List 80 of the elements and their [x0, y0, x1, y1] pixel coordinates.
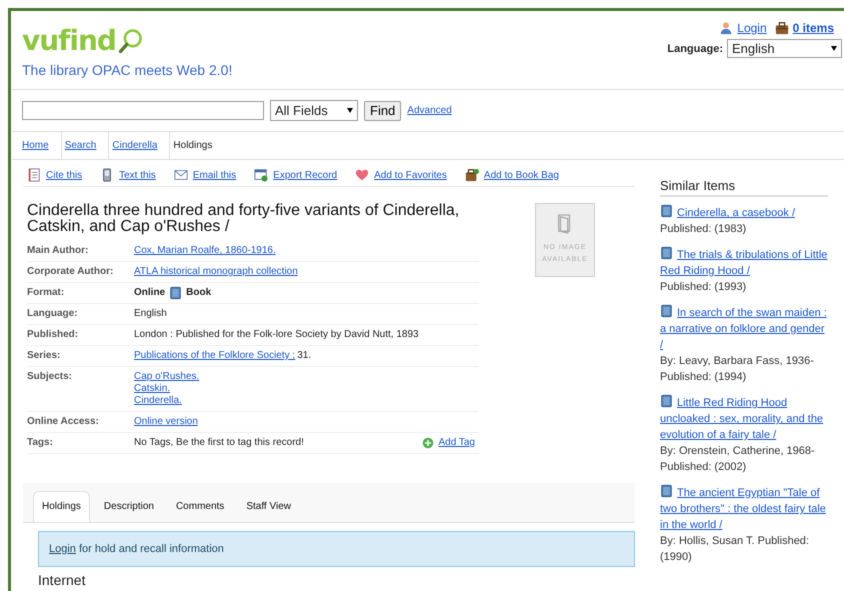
similar-item-link[interactable]: Little Red Riding Hood uncloaked : sex, morality, and the evolution of a fairy tale /	[660, 394, 828, 443]
field-label: Main Author:	[27, 245, 90, 257]
field-label: Online Access:	[27, 416, 100, 428]
cart-link[interactable]: 0 items	[792, 21, 834, 35]
advanced-link[interactable]: Advanced	[407, 105, 452, 116]
plus-icon	[422, 437, 434, 449]
language-label: Language:	[667, 42, 723, 54]
series-number: 31.	[297, 350, 312, 361]
caret-icon	[347, 108, 353, 113]
series-link[interactable]: Publications of the Folklore Society ;	[134, 350, 296, 361]
breadcrumb-current: Holdings	[173, 139, 214, 153]
tagline: The library OPAC meets Web 2.0!	[22, 62, 232, 78]
person-icon	[719, 21, 734, 35]
field-value: English	[134, 308, 167, 319]
book-icon	[660, 394, 673, 408]
field-link[interactable]: Cox, Marian Roalfe, 1860-1916.	[134, 245, 276, 257]
caret-icon	[831, 46, 837, 51]
format-value: Online	[134, 287, 166, 299]
field-link[interactable]: ATLA historical monograph collection	[134, 266, 298, 278]
field-label: Tags:	[27, 437, 54, 449]
login-link[interactable]: Login	[49, 543, 76, 555]
action-link[interactable]: Email this	[192, 170, 236, 180]
envelope-icon	[174, 168, 188, 182]
document-icon	[27, 168, 41, 182]
book-icon	[660, 204, 673, 218]
similar-item-link[interactable]: Cinderella, a casebook /	[660, 204, 828, 221]
breadcrumb-link[interactable]: Search	[64, 132, 110, 159]
similar-item-info: By: Leavy, Barbara Fass, 1936-	[660, 354, 815, 369]
search-type-select[interactable]: All Fields	[270, 100, 358, 121]
similar-item-info: Published: (2002)	[660, 460, 748, 475]
similar-item-info: Published: (1983)	[660, 222, 748, 237]
book-icon	[169, 286, 182, 300]
field-value: London : Published for the Folk-lore Society by David Nutt, 1893	[134, 329, 419, 340]
briefcase-icon	[464, 168, 479, 182]
action-link[interactable]: Add to Favorites	[374, 170, 447, 180]
field-link[interactable]: Online version	[134, 416, 198, 428]
breadcrumb-link[interactable]: Cinderella	[112, 132, 170, 159]
tab[interactable]: Holdings	[33, 491, 90, 522]
field-label: Corporate Author:	[27, 266, 114, 278]
sidebar-heading: Similar Items	[660, 178, 828, 197]
field-label: Published:	[27, 329, 80, 341]
login-link[interactable]: Login	[737, 21, 767, 35]
field-link[interactable]: Catskin.	[134, 383, 170, 395]
book-icon	[660, 484, 673, 498]
search-field[interactable]	[22, 101, 264, 120]
action-link[interactable]: Text this	[119, 170, 156, 180]
similar-item-info: Published: (1993)	[660, 280, 748, 295]
similar-item-info: By: Orenstein, Catherine, 1968-	[660, 444, 816, 459]
field-link[interactable]: Cap o'Rushes.	[134, 371, 200, 383]
heart-icon	[355, 168, 370, 182]
action-link[interactable]: Cite this	[46, 170, 82, 180]
similar-item-link[interactable]: In search of the swan maiden : a narrative on folklore and gender /	[660, 304, 828, 353]
section-heading: Internet	[38, 572, 86, 588]
tab[interactable]: Comments	[168, 492, 232, 522]
format-value: Book	[186, 287, 212, 299]
similar-item-link[interactable]: The trials & tribulations of Little Red Riding Hood /	[660, 246, 828, 279]
action-link[interactable]: Export Record	[273, 170, 338, 180]
language-select[interactable]: English	[727, 39, 842, 58]
similar-item-info: Published: (1994)	[660, 370, 748, 385]
briefcase-icon	[774, 21, 789, 35]
field-link[interactable]: Cinderella.	[134, 395, 182, 407]
tab[interactable]: Description	[96, 492, 162, 522]
similar-item-link[interactable]: The ancient Egyptian "Tale of two brothers" : the oldest fairy tale in the world /	[660, 484, 828, 533]
book-icon	[660, 246, 673, 260]
field-label: Subjects:	[27, 371, 74, 384]
book-icon	[660, 304, 673, 318]
window-icon	[254, 168, 268, 182]
field-label: Format:	[27, 287, 66, 299]
add-tag-link[interactable]: Add Tag	[438, 437, 475, 449]
notice-text: Login for hold and recall information	[49, 543, 224, 555]
tags-text: No Tags, Be the first to tag this record!	[134, 437, 304, 449]
find-button[interactable]: Find	[364, 100, 402, 120]
tab[interactable]: Staff View	[238, 492, 299, 522]
breadcrumb-link[interactable]: Home	[22, 132, 62, 159]
field-label: Language:	[27, 308, 79, 320]
record-title: Cinderella three hundred and forty-five variants of Cinderella, Catskin, and Cap o'Rushes /	[27, 203, 460, 235]
similar-item-info: By: Hollis, Susan T. Published: (1990)	[660, 534, 810, 565]
magnifier-icon	[118, 28, 144, 54]
field-label: Series:	[27, 350, 62, 362]
action-link[interactable]: Add to Book Bag	[484, 170, 559, 180]
